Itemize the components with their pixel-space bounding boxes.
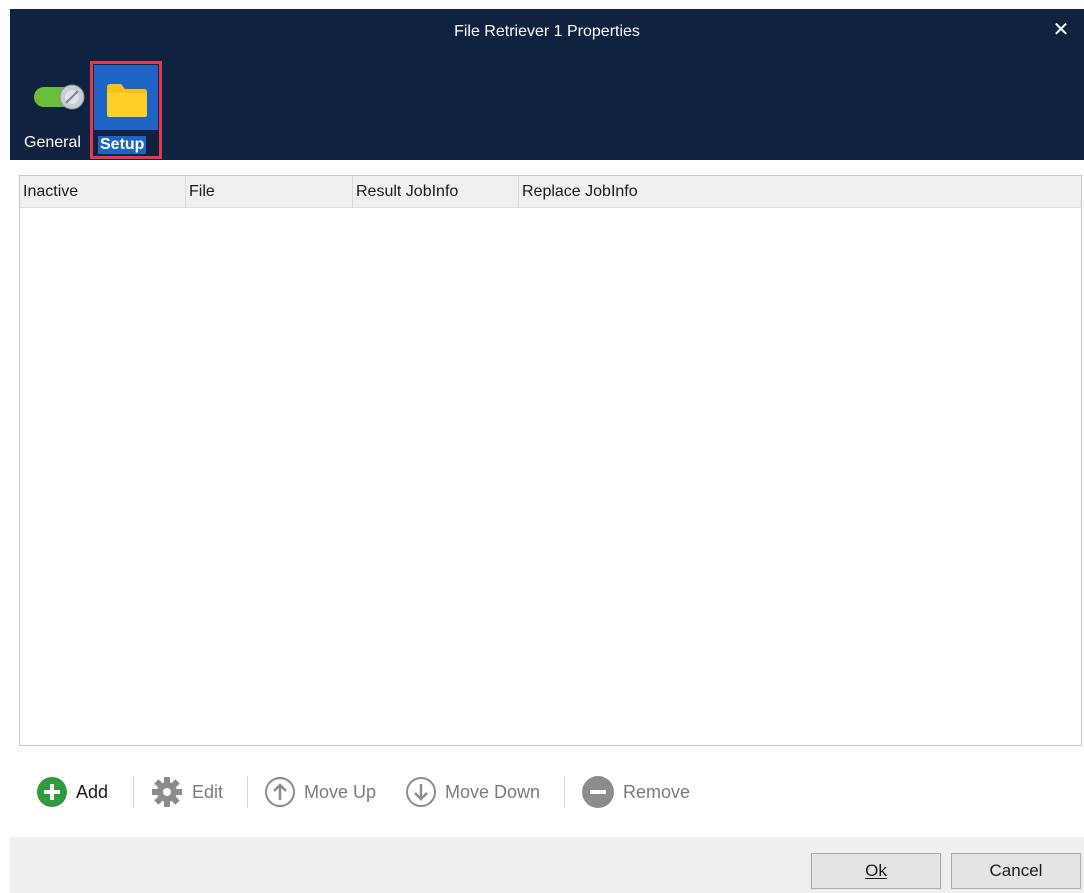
move-down-button[interactable]: Move Down	[405, 770, 540, 814]
remove-button-label: Remove	[623, 781, 691, 802]
toolbar-separator	[247, 776, 248, 808]
dialog-footer: Ok Cancel	[10, 837, 1084, 893]
column-header-inactive[interactable]: Inactive	[20, 176, 185, 208]
add-button-label: Add	[76, 781, 109, 802]
cancel-button-label: Cancel	[989, 861, 1043, 880]
jobs-table[interactable]: Inactive File Result JobInfo Replace Job…	[19, 175, 1082, 746]
column-header-result-jobinfo[interactable]: Result JobInfo	[352, 176, 518, 208]
table-toolbar: Add Edit Move Up Move Down Remove	[36, 770, 756, 814]
remove-button[interactable]: Remove	[581, 770, 690, 814]
ok-button-label: Ok	[865, 861, 887, 880]
tab-setup[interactable]: Setup	[90, 61, 162, 159]
folder-icon	[107, 84, 147, 117]
move-up-button[interactable]: Move Up	[264, 770, 376, 814]
toolbar-separator	[133, 776, 134, 808]
add-button[interactable]: Add	[36, 770, 108, 814]
edit-button-label: Edit	[192, 781, 224, 802]
move-up-button-label: Move Up	[304, 781, 377, 802]
remove-icon	[582, 776, 614, 808]
tab-general-label: General	[24, 134, 81, 151]
toolbar-separator	[564, 776, 565, 808]
window-title: File Retriever 1 Properties	[454, 23, 640, 40]
move-down-button-label: Move Down	[445, 781, 541, 802]
cancel-button[interactable]: Cancel	[951, 853, 1081, 889]
arrow-up-circle-icon	[265, 777, 295, 807]
ok-button[interactable]: Ok	[811, 853, 941, 889]
toggle-switch-icon	[34, 84, 85, 110]
edit-button[interactable]: Edit	[150, 770, 223, 814]
column-header-replace-jobinfo[interactable]: Replace JobInfo	[518, 176, 1082, 208]
gear-icon	[152, 777, 182, 807]
column-header-file[interactable]: File	[185, 176, 352, 208]
title-bar: File Retriever 1 Properties ✕ General Se…	[10, 9, 1084, 160]
table-header: Inactive File Result JobInfo Replace Job…	[20, 176, 1081, 208]
close-icon[interactable]: ✕	[1050, 19, 1072, 41]
arrow-down-circle-icon	[406, 777, 436, 807]
tab-setup-label: Setup	[98, 136, 147, 154]
tab-general[interactable]: General	[24, 61, 92, 161]
add-icon	[37, 777, 67, 807]
